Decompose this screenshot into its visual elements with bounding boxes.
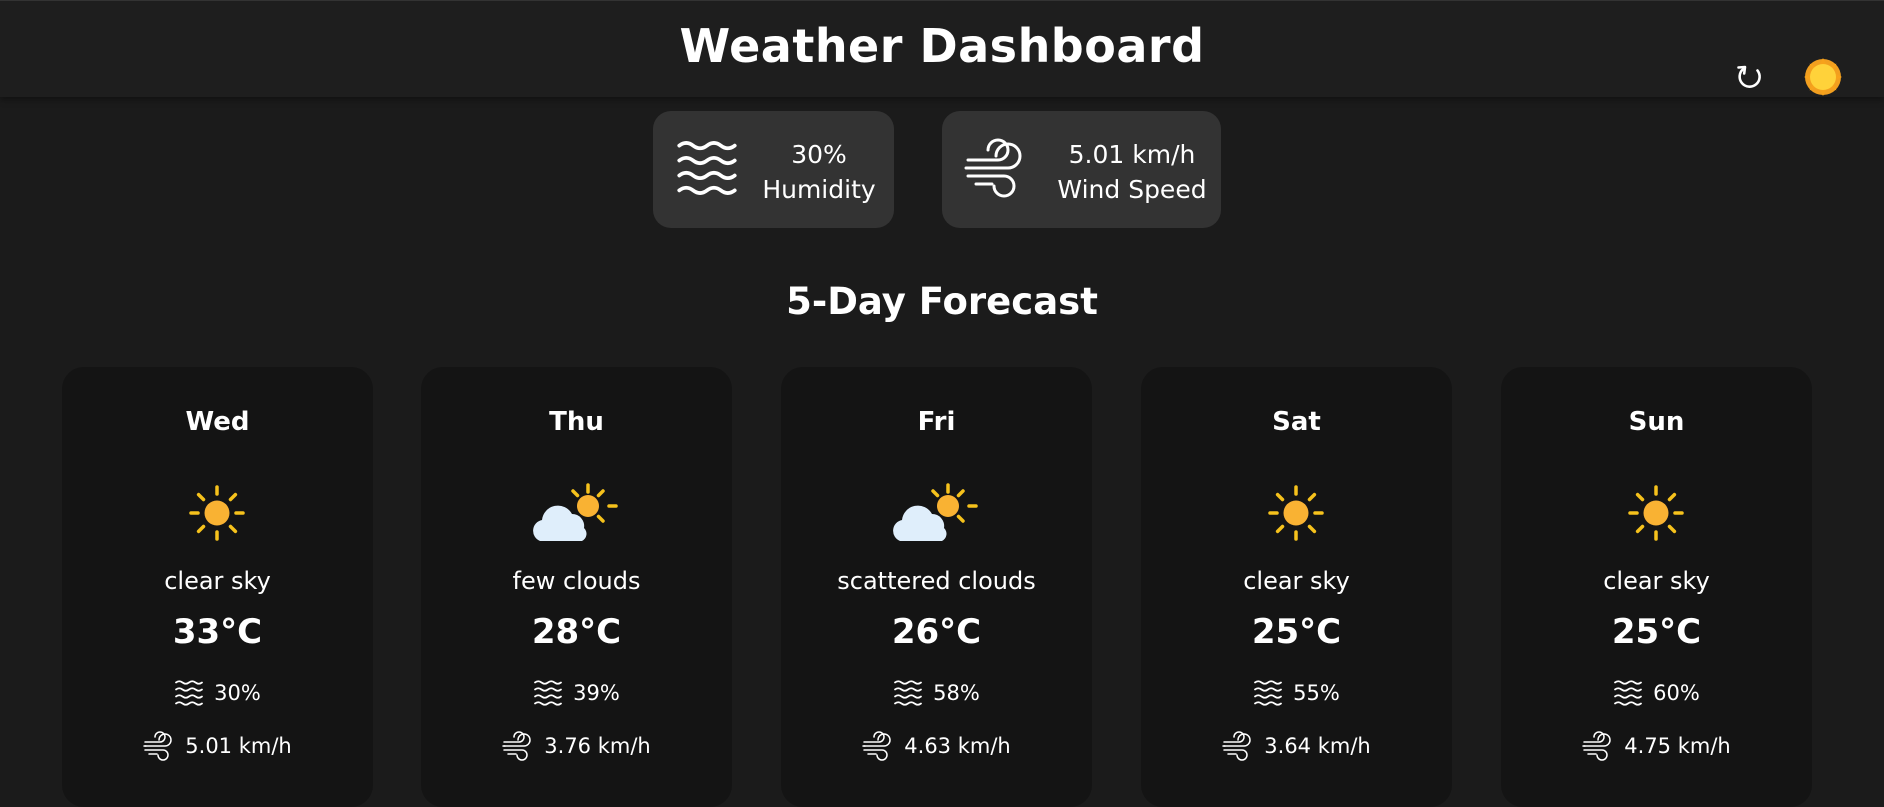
temperature: 26°C — [891, 612, 982, 652]
few-clouds-icon — [526, 473, 626, 553]
forecast-card-thu: Thu few clouds 28°C 39% 3.76 km/h — [421, 367, 732, 807]
humidity-icon — [675, 139, 739, 197]
wind-value: 5.01 km/h — [185, 734, 292, 758]
wind-value: 4.75 km/h — [1624, 734, 1731, 758]
clear-sky-icon — [1628, 485, 1684, 541]
sun-icon — [1804, 58, 1842, 96]
day-name: Wed — [185, 407, 250, 437]
humidity-stat-text: 30% Humidity — [753, 137, 885, 207]
forecast-card-sun: Sun clear sky 25°C 60% 4.75 km/h — [1501, 367, 1812, 807]
forecast-card-fri: Fri scattered clouds 26°C 58% 4.63 km/h — [781, 367, 1092, 807]
wind-icon — [1582, 731, 1614, 761]
forecast-card-wed: Wed clear sky 33°C 30% 5.01 km/h — [62, 367, 373, 807]
weather-description: scattered clouds — [837, 567, 1036, 595]
wind-stat-text: 5.01 km/h Wind Speed — [1052, 137, 1212, 207]
day-wind: 5.01 km/h — [62, 731, 373, 761]
day-humidity: 30% — [62, 679, 373, 707]
humidity-value: 30% — [791, 140, 847, 169]
wind-icon — [964, 137, 1028, 199]
weather-description: clear sky — [1603, 567, 1710, 595]
refresh-button[interactable] — [1732, 57, 1768, 97]
current-wind-card: 5.01 km/h Wind Speed — [942, 111, 1221, 228]
wind-icon — [1222, 731, 1254, 761]
scattered-clouds-icon — [886, 473, 986, 553]
forecast-title: 5-Day Forecast — [786, 280, 1098, 323]
day-humidity: 60% — [1501, 679, 1812, 707]
wind-label: Wind Speed — [1057, 175, 1207, 204]
humidity-label: Humidity — [762, 175, 876, 204]
day-humidity: 55% — [1141, 679, 1452, 707]
temperature: 28°C — [531, 612, 622, 652]
humidity-value: 55% — [1293, 681, 1340, 705]
temperature: 33°C — [172, 612, 263, 652]
wind-value: 3.76 km/h — [544, 734, 651, 758]
theme-toggle-button[interactable] — [1802, 56, 1844, 98]
weather-description: clear sky — [1243, 567, 1350, 595]
wind-icon — [502, 731, 534, 761]
humidity-value: 60% — [1653, 681, 1700, 705]
humidity-icon — [1613, 679, 1643, 707]
humidity-value: 30% — [214, 681, 261, 705]
day-wind: 4.75 km/h — [1501, 731, 1812, 761]
day-wind: 3.76 km/h — [421, 731, 732, 761]
page-title: Weather Dashboard — [679, 19, 1205, 73]
wind-icon — [143, 731, 175, 761]
humidity-value: 58% — [933, 681, 980, 705]
wind-icon — [862, 731, 894, 761]
day-wind: 4.63 km/h — [781, 731, 1092, 761]
humidity-icon — [893, 679, 923, 707]
humidity-icon — [1253, 679, 1283, 707]
forecast-card-sat: Sat clear sky 25°C 55% 3.64 km/h — [1141, 367, 1452, 807]
temperature: 25°C — [1611, 612, 1702, 652]
clear-sky-icon — [1268, 485, 1324, 541]
weather-description: clear sky — [164, 567, 271, 595]
current-humidity-card: 30% Humidity — [653, 111, 894, 228]
wind-value: 3.64 km/h — [1264, 734, 1371, 758]
day-name: Sat — [1272, 407, 1321, 437]
day-humidity: 39% — [421, 679, 732, 707]
refresh-icon — [1737, 65, 1761, 88]
wind-value: 5.01 km/h — [1068, 140, 1196, 169]
app-header: Weather Dashboard — [0, 0, 1884, 97]
clear-sky-icon — [189, 485, 245, 541]
humidity-icon — [174, 679, 204, 707]
humidity-icon — [533, 679, 563, 707]
wind-value: 4.63 km/h — [904, 734, 1011, 758]
day-name: Sun — [1628, 407, 1685, 437]
day-wind: 3.64 km/h — [1141, 731, 1452, 761]
humidity-value: 39% — [573, 681, 620, 705]
day-name: Fri — [917, 407, 956, 437]
temperature: 25°C — [1251, 612, 1342, 652]
day-humidity: 58% — [781, 679, 1092, 707]
day-name: Thu — [549, 407, 604, 437]
weather-description: few clouds — [512, 567, 641, 595]
